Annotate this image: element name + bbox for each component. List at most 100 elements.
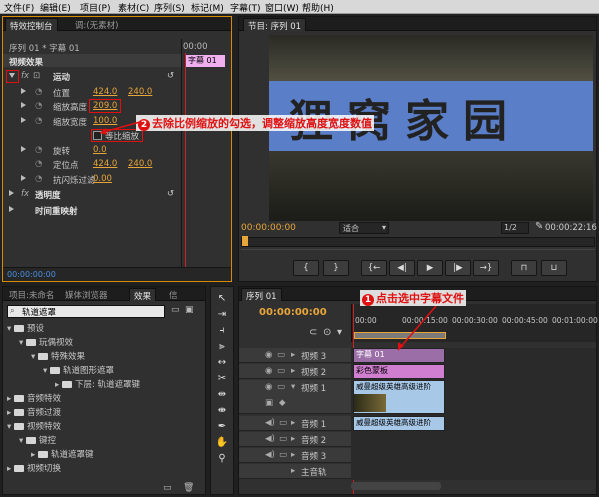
timeline-scrollbar[interactable] — [351, 482, 441, 490]
eye-icon[interactable]: ◉ — [265, 350, 272, 360]
clip-color-matte[interactable]: 彩色蒙板 — [353, 364, 445, 379]
expand-arrow-icon[interactable]: ▸ — [291, 434, 295, 444]
tree-item[interactable]: ▾ 玩偶视效 — [19, 336, 73, 348]
time-remap-row[interactable]: 时间重映射 — [3, 205, 179, 217]
anchor-x[interactable]: 424.0 — [93, 159, 117, 169]
go-to-out-button[interactable]: →} — [473, 260, 499, 276]
pen-tool-icon[interactable]: ✒ — [213, 419, 231, 435]
program-scrubber[interactable] — [241, 236, 595, 247]
trash-icon[interactable]: 🗑 — [183, 483, 194, 493]
tab-source[interactable]: 调:(无素材) — [71, 18, 123, 31]
track-video-2[interactable]: ◉ ▭ ▸ 视频 2 — [239, 364, 351, 379]
menu-file[interactable]: 文件(F) — [4, 1, 34, 14]
expand-arrow-icon[interactable]: ▸ — [31, 450, 38, 460]
clip-video-1[interactable]: 威曼超级英雄高级进阶 — [353, 380, 445, 414]
slip-tool-icon[interactable]: ⇹ — [213, 387, 231, 403]
step-back-button[interactable]: ◀| — [389, 260, 415, 276]
tab-info[interactable]: 信 — [165, 288, 182, 301]
rolling-edit-tool-icon[interactable]: ⫸ — [213, 339, 231, 355]
lock-icon[interactable]: ▭ — [277, 366, 285, 376]
motion-row[interactable]: fx ⊡ 运动 ↺ — [3, 71, 179, 83]
menu-sequence[interactable]: 序列(S) — [154, 1, 185, 14]
menu-window[interactable]: 窗口(W) — [265, 1, 299, 14]
antiflicker-value[interactable]: 0.00 — [93, 174, 112, 184]
stopwatch-icon[interactable]: ◔ — [35, 116, 42, 126]
track-select-tool-icon[interactable]: ⇥ — [213, 307, 231, 323]
expand-arrow-icon[interactable]: ▾ — [19, 338, 26, 348]
collapse-triangle-icon[interactable] — [21, 146, 26, 152]
position-y[interactable]: 240.0 — [128, 87, 152, 97]
lock-icon[interactable]: ▭ — [279, 434, 287, 444]
reset-icon[interactable]: ↺ — [167, 71, 174, 81]
lock-icon[interactable]: ▭ — [279, 450, 287, 460]
display-style-icon[interactable]: ▣ — [265, 398, 273, 408]
expand-arrow-icon[interactable]: ▾ — [43, 366, 50, 376]
tab-effects[interactable]: 效果 — [129, 288, 157, 302]
timeline-timecode[interactable]: 00:00:00:00 — [259, 307, 327, 318]
marker-icon[interactable]: ▾ — [337, 327, 342, 338]
expand-arrow-icon[interactable]: ▾ — [7, 422, 14, 432]
lock-icon[interactable]: ▭ — [277, 382, 285, 392]
expand-arrow-icon[interactable]: ▾ — [19, 436, 26, 446]
tab-media-browser[interactable]: 媒体浏览器 — [61, 288, 112, 301]
menu-edit[interactable]: 编辑(E) — [40, 1, 71, 14]
tree-item[interactable]: ▸ 音频特效 — [7, 392, 61, 404]
new-preset-icon[interactable]: ▣ — [185, 305, 194, 315]
go-to-in-button[interactable]: {← — [361, 260, 387, 276]
tree-item[interactable]: ▸ 音频过渡 — [7, 406, 61, 418]
mark-out-button[interactable]: } — [323, 260, 349, 276]
track-audio-2[interactable]: ◀) ▭ ▸ 音频 2 — [239, 432, 351, 447]
time-ruler[interactable]: 00:00 00:00:15:00 00:00:30:00 00:00:45:0… — [351, 304, 598, 342]
tab-project[interactable]: 项目:未命名 — [5, 288, 58, 301]
expand-arrow-icon[interactable]: ▸ — [291, 450, 295, 460]
tree-item[interactable]: ▸ 轨道遮罩键 — [31, 448, 93, 460]
position-x[interactable]: 424.0 — [93, 87, 117, 97]
ratio-dropdown[interactable]: 1/2 — [501, 222, 529, 234]
expand-arrow-icon[interactable]: ▸ — [291, 466, 295, 476]
program-timecode[interactable]: 00:00:00:00 — [241, 223, 296, 233]
stopwatch-icon[interactable]: ◔ — [35, 145, 42, 155]
ripple-edit-tool-icon[interactable]: ⫞ — [213, 323, 231, 339]
tab-program[interactable]: 节目: 序列 01 — [243, 18, 307, 32]
speaker-icon[interactable]: ◀) — [265, 450, 275, 460]
link-icon[interactable]: ⊙ — [323, 327, 331, 338]
hand-tool-icon[interactable]: ✋ — [213, 435, 231, 451]
expand-arrow-icon[interactable]: ▸ — [291, 366, 295, 376]
tree-item[interactable]: ▸ 下层: 轨道遮罩键 — [55, 378, 140, 390]
mark-in-button[interactable]: { — [293, 260, 319, 276]
wrench-icon[interactable]: ✎ — [535, 221, 543, 232]
stopwatch-icon[interactable]: ◔ — [35, 101, 42, 111]
stopwatch-icon[interactable]: ◔ — [35, 87, 42, 97]
lift-button[interactable]: ⊓ — [511, 260, 537, 276]
expand-arrow-icon[interactable]: ▸ — [7, 394, 14, 404]
work-area-bar[interactable] — [354, 332, 446, 339]
collapse-triangle-icon[interactable] — [9, 190, 14, 196]
collapse-triangle-icon[interactable] — [21, 175, 26, 181]
slide-tool-icon[interactable]: ⇼ — [213, 403, 231, 419]
expand-arrow-icon[interactable]: ▸ — [291, 418, 295, 428]
scale-width-value[interactable]: 100.0 — [93, 116, 117, 126]
fit-dropdown[interactable]: 适合 ▾ — [339, 222, 389, 234]
effects-search-input[interactable]: ⌕ 轨道遮罩 — [7, 305, 165, 318]
folder-icon[interactable]: ▭ — [163, 483, 172, 493]
menu-clip[interactable]: 素材(C) — [118, 1, 149, 14]
expand-arrow-icon[interactable]: ▸ — [7, 408, 14, 418]
track-video-3[interactable]: ◉ ▭ ▸ 视频 3 — [239, 348, 351, 363]
rotation-value[interactable]: 0.0 — [93, 145, 107, 155]
collapse-triangle-icon[interactable] — [21, 102, 26, 108]
clip-badge[interactable]: 字幕 01 — [185, 55, 225, 67]
expand-arrow-icon[interactable]: ▸ — [55, 380, 62, 390]
expand-arrow-icon[interactable]: ▸ — [7, 464, 14, 474]
zoom-tool-icon[interactable]: ⚲ — [213, 451, 231, 467]
clip-audio-1[interactable]: 威曼超级英雄高级进阶 — [353, 416, 445, 431]
expand-arrow-icon[interactable]: ▾ — [31, 352, 38, 362]
eye-icon[interactable]: ◉ — [265, 382, 272, 392]
anchor-y[interactable]: 240.0 — [128, 159, 152, 169]
step-forward-button[interactable]: |▶ — [445, 260, 471, 276]
collapse-triangle-icon[interactable] — [21, 117, 26, 123]
extract-button[interactable]: ⊔ — [541, 260, 567, 276]
tab-sequence[interactable]: 序列 01 — [241, 288, 282, 302]
tab-effect-controls[interactable]: 特效控制台 — [5, 18, 58, 32]
track-audio-1[interactable]: ◀) ▭ ▸ 音频 1 — [239, 416, 351, 431]
collapse-triangle-icon[interactable] — [21, 88, 26, 94]
